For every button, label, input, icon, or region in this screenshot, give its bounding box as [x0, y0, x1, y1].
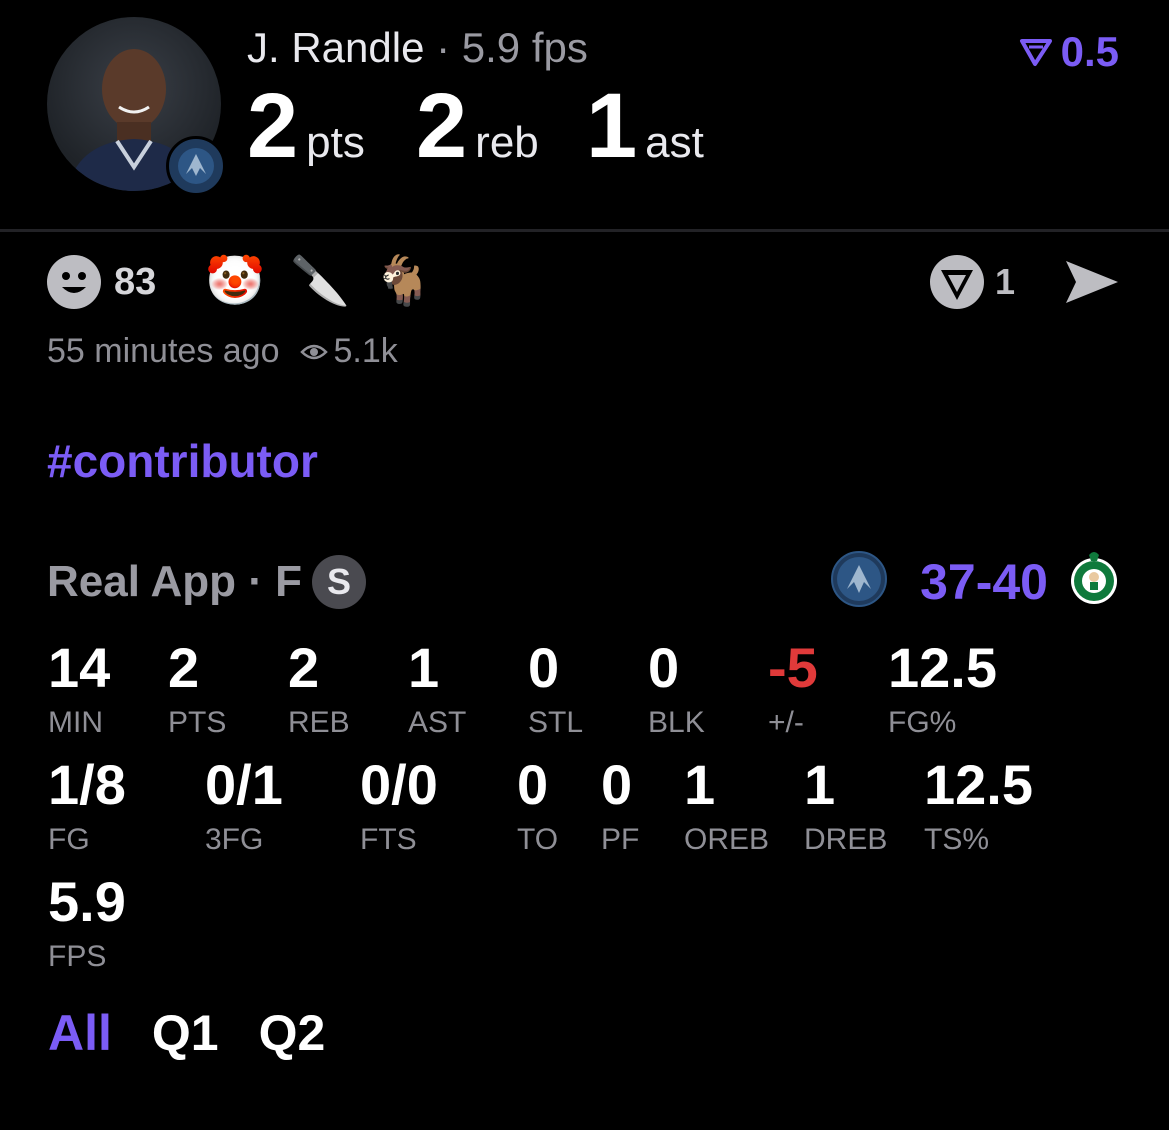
comment-logo-icon	[930, 255, 984, 309]
funnel-arrow-icon	[1019, 39, 1052, 66]
stat-value: 2	[288, 636, 320, 699]
stat-value: 1	[586, 75, 638, 177]
stat-value: 0/0	[360, 753, 438, 816]
stat-value: 2	[416, 75, 468, 177]
stat-label: REB	[288, 706, 350, 739]
stat-reb: 2 REB	[288, 640, 350, 740]
stat-value: 2	[247, 75, 299, 177]
goat-emoji-icon[interactable]: 🐐	[373, 252, 433, 312]
reaction-count: 83	[114, 260, 157, 303]
player-name[interactable]: J. Randle	[247, 24, 424, 71]
stat-value: 0	[517, 753, 549, 816]
stat-value: 2	[168, 636, 200, 699]
stat-label: BLK	[648, 706, 705, 739]
stat-label: DREB	[804, 823, 888, 856]
headline-stat-ast: 1 ast	[586, 80, 704, 172]
tab-all[interactable]: All	[48, 1004, 112, 1062]
knife-emoji-icon[interactable]: 🔪	[290, 252, 350, 312]
status-badge: S	[312, 555, 367, 609]
stat-unit: pts	[306, 118, 365, 167]
stat-dreb: 1 DREB	[804, 757, 887, 857]
stat-value: 1/8	[48, 753, 126, 816]
stat-fg-pct: 12.5 FG%	[888, 640, 997, 740]
view-count: 5.1k	[299, 332, 398, 371]
stat-to: 0 TO	[517, 757, 558, 857]
stat-value: 5.9	[48, 870, 126, 933]
source-label: Real App · F	[47, 557, 303, 606]
stat-value: 1	[408, 636, 440, 699]
stat-label: MIN	[48, 706, 103, 739]
stat-label: PF	[601, 823, 640, 856]
timberwolves-logo-icon	[831, 551, 887, 607]
eye-icon	[299, 344, 328, 359]
smiley-icon	[47, 255, 101, 309]
line-value: 0.5	[1060, 28, 1119, 75]
stat-blk: 0 BLK	[648, 640, 705, 740]
stat-ts-pct: 12.5 TS%	[924, 757, 1033, 857]
stat-label: FPS	[48, 940, 107, 973]
stat-label: TO	[517, 823, 559, 856]
stat-value: 12.5	[924, 753, 1033, 816]
stat-label: OREB	[684, 823, 770, 856]
comment-count: 1	[995, 261, 1016, 302]
stat-label: FG%	[888, 706, 957, 739]
stat-label: AST	[408, 706, 467, 739]
stat-label: +/-	[768, 706, 804, 739]
stat-fts: 0/0 FTS	[360, 757, 438, 857]
comment-button[interactable]: 1	[929, 252, 1015, 312]
stat-label: FG	[48, 823, 90, 856]
line-value-badge[interactable]: 0.5	[1019, 28, 1119, 76]
stat-value: 12.5	[888, 636, 997, 699]
views-value: 5.1k	[333, 332, 398, 370]
stat-fg: 1/8 FG	[48, 757, 126, 857]
stat-pf: 0 PF	[601, 757, 639, 857]
celtics-logo-icon	[1069, 551, 1119, 607]
send-icon	[1066, 261, 1118, 303]
stat-3fg: 0/1 3FG	[205, 757, 283, 857]
game-source: Real App · F S	[47, 555, 367, 609]
period-tabs: All Q1 Q2	[48, 1004, 325, 1062]
tab-q1[interactable]: Q1	[152, 1004, 219, 1062]
clown-emoji-icon[interactable]: 🤡	[205, 252, 265, 312]
stat-pts: 2 PTS	[168, 640, 226, 740]
team-logo-icon	[166, 136, 226, 196]
hashtag-link[interactable]: #contributor	[47, 434, 318, 488]
separator-dot: ·	[436, 24, 462, 71]
stat-label: FTS	[360, 823, 417, 856]
post-time: 55 minutes ago	[47, 332, 280, 370]
stat-min: 14 MIN	[48, 640, 110, 740]
stat-fps: 5.9 FPS	[48, 874, 126, 974]
stat-value: -5	[768, 636, 818, 699]
tab-q2[interactable]: Q2	[259, 1004, 326, 1062]
stat-stl: 0 STL	[528, 640, 583, 740]
share-button[interactable]	[1062, 252, 1122, 312]
stat-value: 0/1	[205, 753, 283, 816]
stat-label: STL	[528, 706, 584, 739]
headline-stat-pts: 2 pts	[247, 80, 365, 172]
stat-value: 0	[648, 636, 680, 699]
stat-unit: ast	[645, 118, 704, 167]
stat-unit: reb	[475, 118, 539, 167]
stat-oreb: 1 OREB	[684, 757, 769, 857]
player-fps: 5.9 fps	[461, 24, 588, 71]
headline-stat-reb: 2 reb	[416, 80, 539, 172]
header-divider	[0, 229, 1169, 232]
post-meta: 55 minutes ago 5.1k	[47, 332, 398, 371]
stat-value: 0	[528, 636, 560, 699]
reaction-button[interactable]	[47, 252, 101, 312]
stat-label: PTS	[168, 706, 227, 739]
stat-label: 3FG	[205, 823, 264, 856]
player-title[interactable]: J. Randle · 5.9 fps	[247, 24, 588, 72]
stat-value: 1	[684, 753, 716, 816]
game-score[interactable]: 37-40	[920, 553, 1048, 611]
stat-label: TS%	[924, 823, 990, 856]
stat-plus-minus: -5 +/-	[768, 640, 818, 740]
stat-ast: 1 AST	[408, 640, 466, 740]
stat-value: 1	[804, 753, 836, 816]
stat-value: 0	[601, 753, 633, 816]
stat-value: 14	[48, 636, 111, 699]
